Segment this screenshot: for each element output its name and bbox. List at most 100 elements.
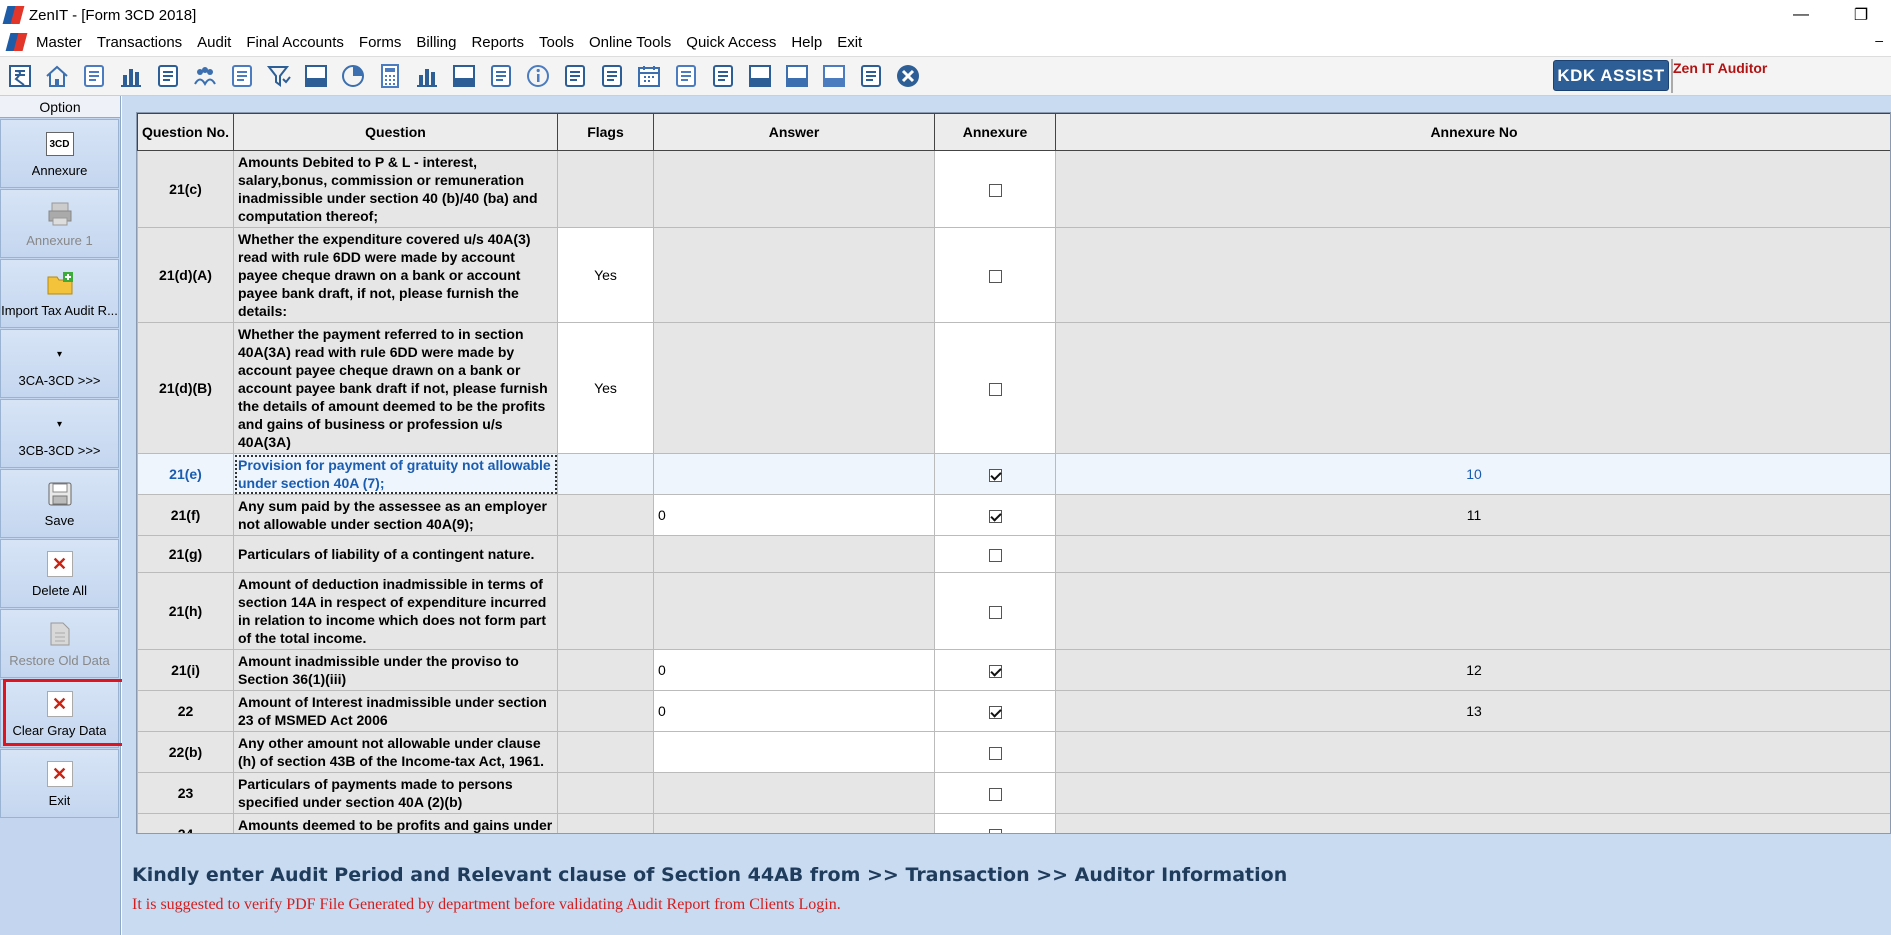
question-text[interactable]: Amounts deemed to be profits and gains u… <box>233 813 558 833</box>
column-header-flags[interactable]: Flags <box>557 113 654 151</box>
menu-billing[interactable]: Billing <box>416 34 456 51</box>
answer-cell[interactable] <box>653 453 935 495</box>
flag-cell[interactable]: Yes <box>557 227 654 323</box>
question-text[interactable]: Whether the payment referred to in secti… <box>233 322 558 454</box>
users-icon[interactable] <box>189 60 221 92</box>
annexure-checkbox[interactable] <box>988 705 1002 719</box>
flag-cell[interactable] <box>557 150 654 228</box>
home-icon[interactable] <box>41 60 73 92</box>
annexure-checkbox[interactable] <box>988 468 1002 482</box>
annexure-checkbox[interactable] <box>988 664 1002 678</box>
menu-forms[interactable]: Forms <box>359 34 402 51</box>
mdi-minimize-button[interactable]: – <box>1875 32 1883 48</box>
rupee-icon[interactable] <box>4 60 36 92</box>
table-row[interactable]: 22 Amount of Interest inadmissible under … <box>137 690 1890 732</box>
question-text[interactable]: Particulars of payments made to persons … <box>233 772 558 814</box>
user-document-icon[interactable] <box>596 60 628 92</box>
table-row[interactable]: 24 Amounts deemed to be profits and gains… <box>137 813 1890 833</box>
3ca-3cd-button[interactable]: ▾ 3CA-3CD >>> <box>0 329 119 398</box>
question-text[interactable]: Amount of deduction inadmissible in term… <box>233 572 558 650</box>
table-row[interactable]: 23 Particulars of payments made to person… <box>137 772 1890 814</box>
annexure-checkbox[interactable] <box>988 269 1002 283</box>
flag-cell[interactable] <box>557 572 654 650</box>
answer-cell[interactable]: 0 <box>653 494 935 536</box>
menu-final-accounts[interactable]: Final Accounts <box>246 34 344 51</box>
answer-cell[interactable] <box>653 772 935 814</box>
question-text[interactable]: Particulars of liability of a contingent… <box>233 535 558 573</box>
answer-cell[interactable] <box>653 150 935 228</box>
table-row[interactable]: 22(b) Any other amount not allowable unde… <box>137 731 1890 773</box>
question-text[interactable]: Whether the expenditure covered u/s 40A(… <box>233 227 558 323</box>
flag-cell[interactable] <box>557 690 654 732</box>
menu-transactions[interactable]: Transactions <box>97 34 182 51</box>
close-circle-icon[interactable] <box>892 60 924 92</box>
delete-all-button[interactable]: ✕ Delete All <box>0 539 119 608</box>
menu-online-tools[interactable]: Online Tools <box>589 34 671 51</box>
annexure-checkbox[interactable] <box>988 382 1002 396</box>
menu-help[interactable]: Help <box>791 34 822 51</box>
table-row[interactable]: 21(f) Any sum paid by the assessee as an … <box>137 494 1890 536</box>
annexure-button[interactable]: 3CD Annexure <box>0 119 119 188</box>
menu-master[interactable]: Master <box>36 34 82 51</box>
globe-icon[interactable] <box>707 60 739 92</box>
answer-cell[interactable]: 0 <box>653 649 935 691</box>
answer-cell[interactable]: 0 <box>653 690 935 732</box>
flag-cell[interactable] <box>557 731 654 773</box>
checklist-icon[interactable] <box>855 60 887 92</box>
column-header-question-no[interactable]: Question No. <box>137 113 234 151</box>
flag-cell[interactable] <box>557 649 654 691</box>
table-row[interactable]: 21(h) Amount of deduction inadmissible in… <box>137 572 1890 650</box>
column-header-question[interactable]: Question <box>233 113 558 151</box>
table-row[interactable]: 21(d)(A) Whether the expenditure covered … <box>137 227 1890 323</box>
question-text[interactable]: Amount of Interest inadmissible under se… <box>233 690 558 732</box>
flag-cell[interactable]: Yes <box>557 322 654 454</box>
book-icon[interactable] <box>485 60 517 92</box>
annexure-checkbox[interactable] <box>988 183 1002 197</box>
building-icon[interactable] <box>78 60 110 92</box>
answer-cell[interactable] <box>653 322 935 454</box>
gift-icon[interactable] <box>152 60 184 92</box>
table-row[interactable]: 21(e) Provision for payment of gratuity n… <box>137 453 1890 495</box>
import-tax-audit-button[interactable]: Import Tax Audit R... <box>0 259 119 328</box>
menu-audit[interactable]: Audit <box>197 34 231 51</box>
menu-reports[interactable]: Reports <box>471 34 524 51</box>
question-text[interactable]: Provision for payment of gratuity not al… <box>233 453 558 495</box>
flag-cell[interactable] <box>557 535 654 573</box>
bs-sch-icon[interactable] <box>781 60 813 92</box>
question-text[interactable]: Amounts Debited to P & L - interest, sal… <box>233 150 558 228</box>
save-button[interactable]: Save <box>0 469 119 538</box>
column-header-answer[interactable]: Answer <box>653 113 935 151</box>
answer-cell[interactable] <box>653 535 935 573</box>
annexure-checkbox[interactable] <box>988 746 1002 760</box>
tax-icon[interactable] <box>300 60 332 92</box>
minimize-button[interactable]: — <box>1771 0 1831 30</box>
answer-cell[interactable] <box>653 813 935 833</box>
filter-icon[interactable] <box>263 60 295 92</box>
annexure-checkbox[interactable] <box>988 605 1002 619</box>
calendar-icon[interactable] <box>633 60 665 92</box>
menu-exit[interactable]: Exit <box>837 34 862 51</box>
bar-chart-icon[interactable] <box>115 60 147 92</box>
flag-cell[interactable] <box>557 494 654 536</box>
answer-cell[interactable] <box>653 227 935 323</box>
pay-icon[interactable] <box>448 60 480 92</box>
annexure-checkbox[interactable] <box>988 787 1002 801</box>
restore-button[interactable]: ❐ <box>1831 0 1891 30</box>
info-icon[interactable] <box>522 60 554 92</box>
chart-icon[interactable] <box>411 60 443 92</box>
menu-quick-access[interactable]: Quick Access <box>686 34 776 51</box>
question-text[interactable]: Any other amount not allowable under cla… <box>233 731 558 773</box>
table-row[interactable]: 21(d)(B) Whether the payment referred to … <box>137 322 1890 454</box>
3cb-3cd-button[interactable]: ▾ 3CB-3CD >>> <box>0 399 119 468</box>
flag-cell[interactable] <box>557 453 654 495</box>
table-row[interactable]: 21(c) Amounts Debited to P & L - interest… <box>137 150 1890 228</box>
answer-cell[interactable] <box>653 731 935 773</box>
pie-icon[interactable] <box>337 60 369 92</box>
question-text[interactable]: Amount inadmissible under the proviso to… <box>233 649 558 691</box>
3cd-icon[interactable] <box>818 60 850 92</box>
calculator-icon[interactable] <box>374 60 406 92</box>
annexure-checkbox[interactable] <box>988 509 1002 523</box>
table-row[interactable]: 21(g) Particulars of liability of a conti… <box>137 535 1890 573</box>
bs-icon[interactable] <box>744 60 776 92</box>
menu-tools[interactable]: Tools <box>539 34 574 51</box>
